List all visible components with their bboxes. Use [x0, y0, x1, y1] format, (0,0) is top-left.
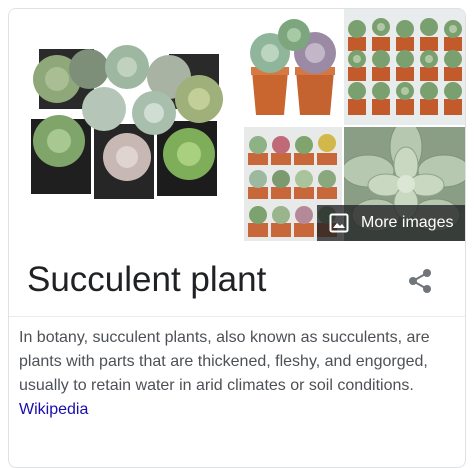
wikipedia-link[interactable]: Wikipedia [19, 401, 88, 418]
description-text: In botany, succulent plants, also known … [19, 329, 430, 394]
image-gallery: More images [9, 9, 465, 241]
share-button[interactable] [407, 267, 435, 295]
entity-description: In botany, succulent plants, also known … [19, 326, 444, 422]
image-potted-succulents-collection[interactable] [9, 9, 242, 241]
image-two-succulents-orange-pots[interactable] [244, 9, 342, 125]
image-succulents-in-rows[interactable] [344, 9, 465, 125]
orange-pots-illustration [244, 9, 342, 125]
image-icon [329, 213, 349, 233]
succulents-collection-illustration [9, 9, 242, 241]
more-images-button[interactable]: More images [317, 205, 465, 241]
share-icon [409, 269, 431, 293]
entity-title: Succulent plant [27, 260, 267, 299]
more-images-label: More images [361, 214, 454, 231]
succulent-rows-illustration [344, 9, 465, 125]
title-row: Succulent plant [9, 241, 465, 317]
